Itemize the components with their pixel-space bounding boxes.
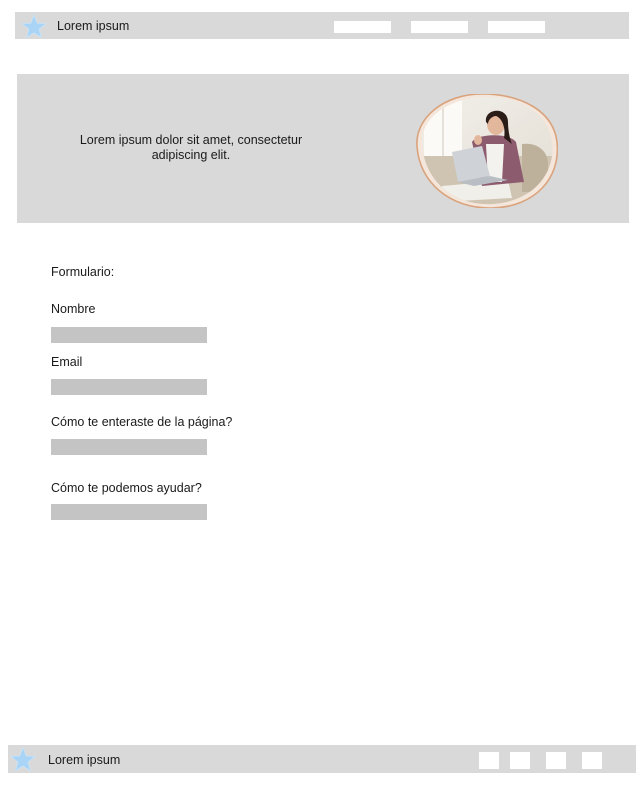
nav-item-1[interactable]: [334, 21, 391, 33]
brand-name[interactable]: Lorem ipsum: [57, 19, 129, 34]
help-label: Cómo te podemos ayudar?: [51, 481, 202, 495]
name-label: Nombre: [51, 302, 96, 316]
form-title: Formulario:: [51, 265, 115, 279]
referral-input[interactable]: [51, 439, 207, 455]
nav-item-2[interactable]: [411, 21, 468, 33]
nav-item-3[interactable]: [488, 21, 545, 33]
site-footer: Lorem ipsum: [8, 745, 636, 773]
hero-image: [416, 94, 558, 208]
email-input[interactable]: [51, 379, 207, 395]
help-input[interactable]: [51, 504, 207, 520]
hero-section: Lorem ipsum dolor sit amet, consectetur …: [17, 74, 629, 223]
email-label: Email: [51, 355, 83, 369]
footer-link-1[interactable]: [479, 752, 499, 769]
star-icon[interactable]: [21, 14, 47, 39]
referral-label: Cómo te enteraste de la página?: [51, 415, 233, 429]
footer-link-2[interactable]: [510, 752, 530, 769]
hero-text: Lorem ipsum dolor sit amet, consectetur …: [79, 133, 303, 162]
site-header: Lorem ipsum: [15, 12, 629, 39]
footer-brand-name[interactable]: Lorem ipsum: [48, 753, 120, 768]
name-input[interactable]: [51, 327, 207, 343]
footer-link-3[interactable]: [546, 752, 566, 769]
footer-link-4[interactable]: [582, 752, 602, 769]
star-icon[interactable]: [10, 746, 36, 773]
